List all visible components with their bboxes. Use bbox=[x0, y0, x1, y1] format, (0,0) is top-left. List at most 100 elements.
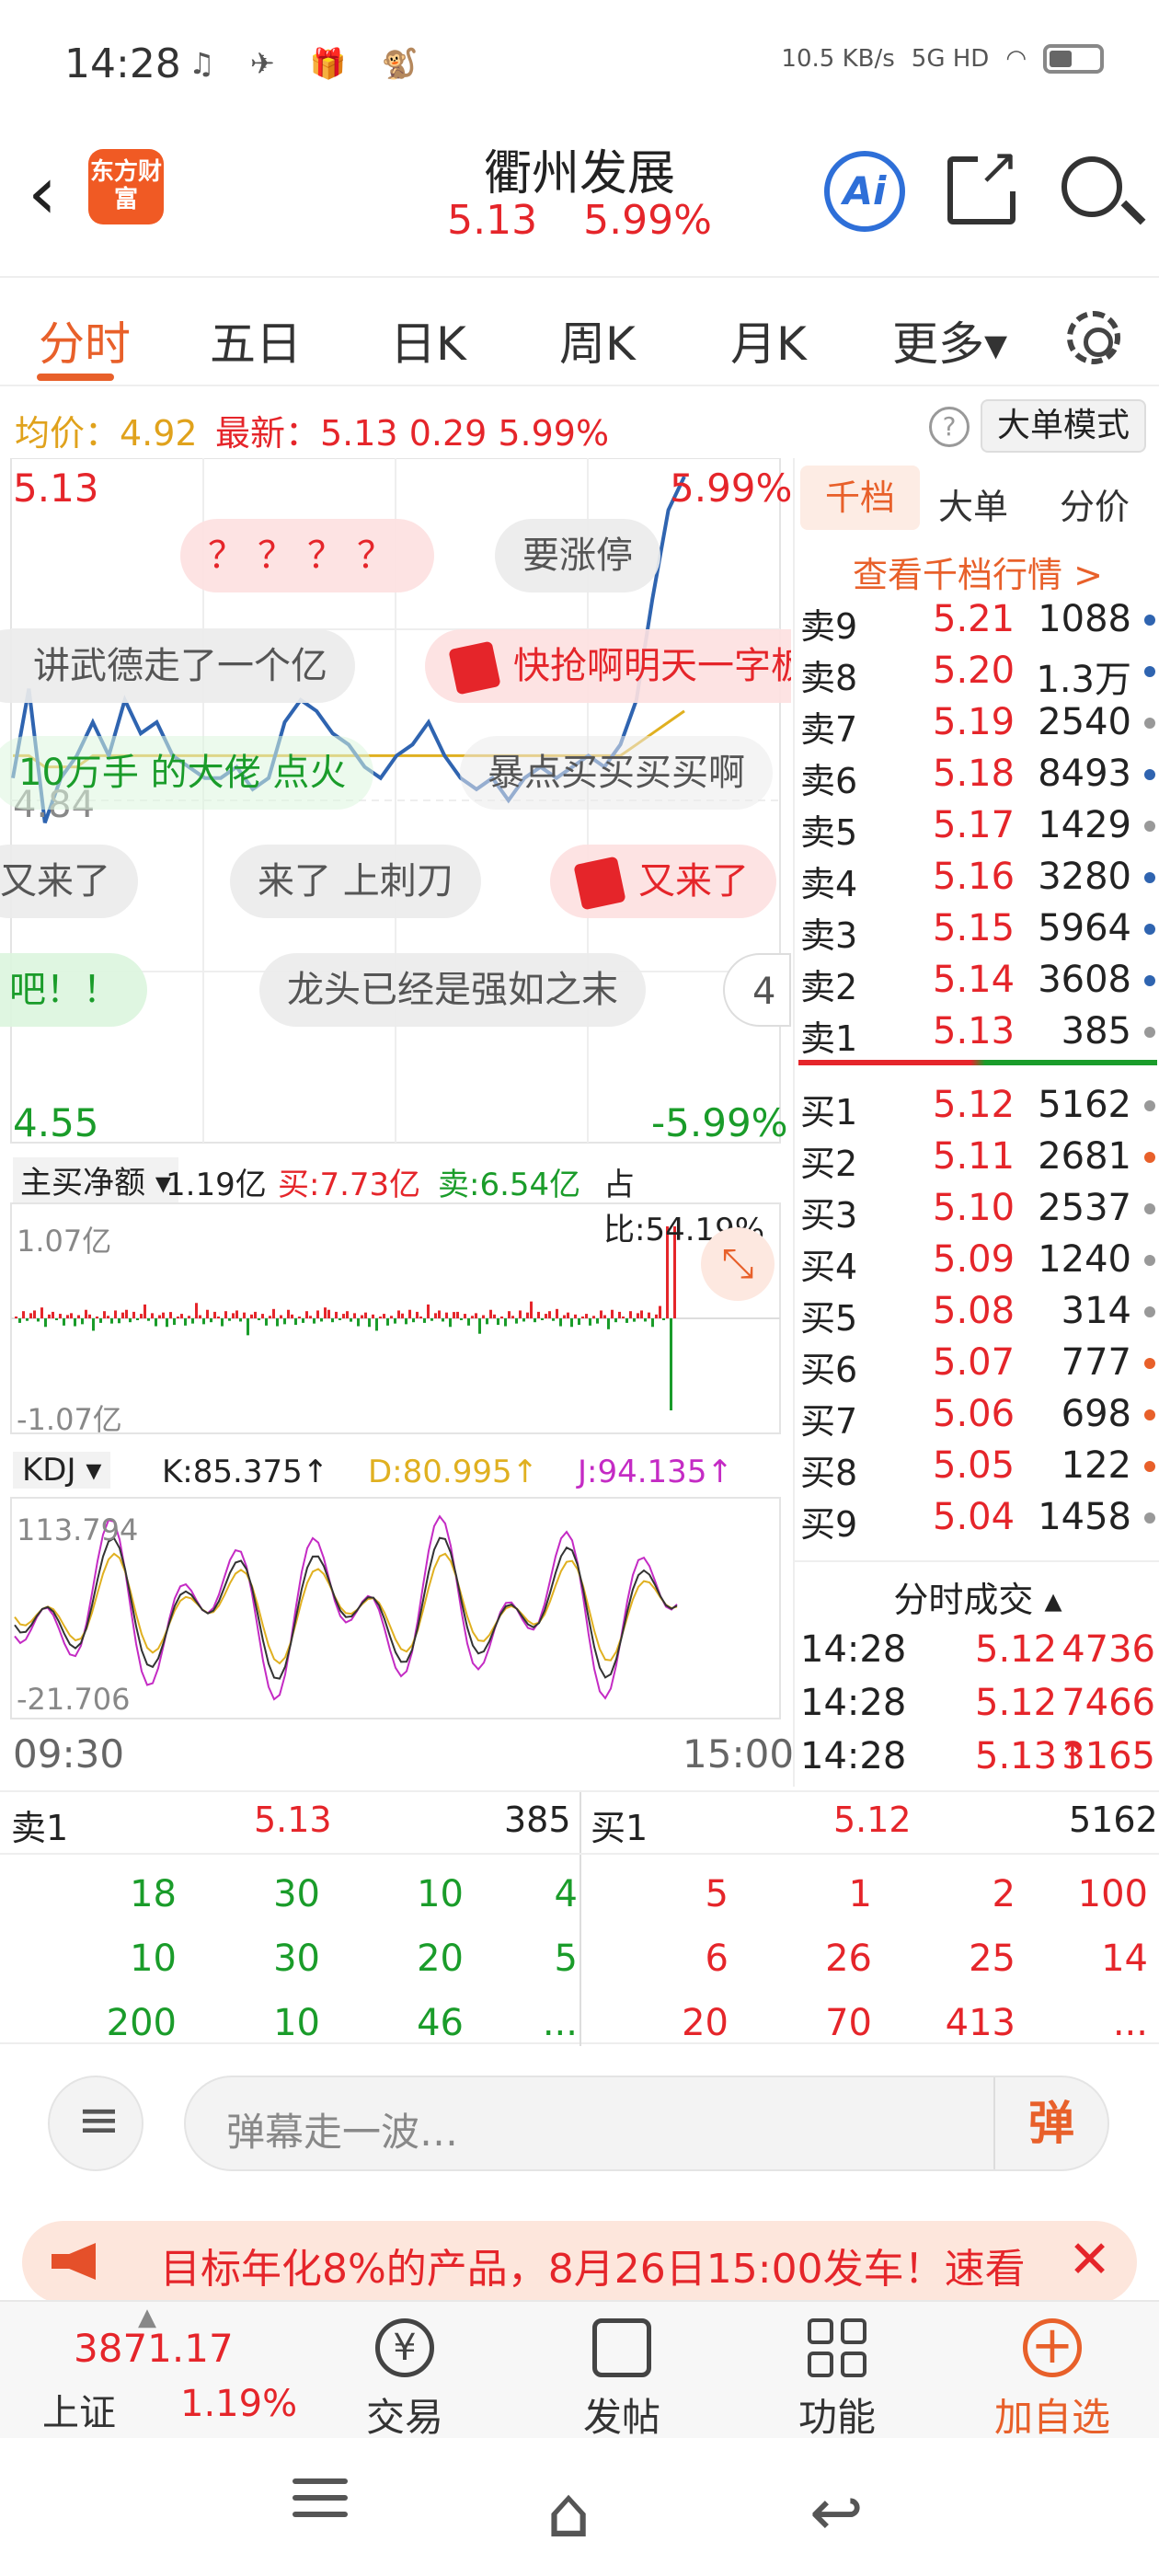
home-icon[interactable]: ⌂ bbox=[546, 2471, 591, 2553]
net-flow-bar bbox=[224, 1311, 227, 1318]
ask-row[interactable]: 卖6 5.18 8493 bbox=[795, 749, 1159, 801]
ai-button[interactable]: Ai bbox=[824, 151, 905, 232]
level-price: 5.06 bbox=[933, 1393, 1016, 1435]
net-flow-bar bbox=[213, 1311, 216, 1318]
tab-big-orders[interactable]: 大单 bbox=[938, 478, 1008, 529]
danmu-bubble-with-firecracker[interactable]: 又来了 bbox=[550, 845, 776, 918]
net-flow-bar bbox=[618, 1311, 621, 1318]
ask-row[interactable]: 卖2 5.14 3608 bbox=[795, 955, 1159, 1007]
gear-icon[interactable] bbox=[1067, 311, 1120, 364]
net-flow-bar bbox=[511, 1316, 514, 1318]
bid-row[interactable]: 买1 5.12 5162 bbox=[795, 1080, 1159, 1133]
queue-sell-price: 5.13 bbox=[254, 1800, 332, 1840]
close-icon[interactable]: ✕ bbox=[1068, 2230, 1111, 2290]
danmu-bubble[interactable]: 龙头已经是强如之末 bbox=[259, 953, 646, 1027]
nav-trade[interactable]: ¥ 交易 bbox=[313, 2302, 497, 2443]
kdj-label: KDJ bbox=[22, 1452, 76, 1489]
bid-row[interactable]: 买5 5.08 314 bbox=[795, 1286, 1159, 1339]
danmu-input[interactable]: 弹幕走一波… 弹 bbox=[184, 2076, 1109, 2171]
net-flow-bar bbox=[283, 1318, 286, 1325]
help-icon[interactable]: ? bbox=[929, 407, 970, 447]
danmu-settings-icon[interactable] bbox=[48, 2076, 143, 2171]
net-flow-bar bbox=[158, 1315, 161, 1318]
danmu-bubble[interactable]: ？？？？ bbox=[180, 519, 434, 592]
net-flow-bar bbox=[482, 1315, 485, 1318]
promo-banner[interactable]: 目标年化8%的产品，8月26日15:00发车！速看 ✕ bbox=[22, 2221, 1137, 2304]
danmu-bubble[interactable]: 10万手 的大佬 点火 bbox=[0, 736, 374, 810]
ask-row[interactable]: 卖4 5.16 3280 bbox=[795, 852, 1159, 904]
tab-five-day[interactable]: 五日 bbox=[210, 307, 302, 374]
level-label: 买8 bbox=[800, 1453, 858, 1493]
pct-top-label: 5.99% bbox=[670, 466, 793, 511]
bid-row[interactable]: 买7 5.06 698 bbox=[795, 1389, 1159, 1442]
danmu-bubble[interactable]: 要涨停 bbox=[495, 519, 660, 592]
level-volume: 1458 bbox=[1038, 1496, 1131, 1538]
net-flow-selector[interactable]: 主买净额 ▾ bbox=[13, 1157, 178, 1202]
tab-thousand-levels[interactable]: 千档 bbox=[800, 466, 920, 530]
net-flow-bar bbox=[412, 1318, 415, 1323]
notification-icons: ♫ ✈ 🎁 🐒 bbox=[189, 46, 431, 81]
tab-price-distribution[interactable]: 分价 bbox=[1060, 478, 1130, 529]
net-flow-bar bbox=[648, 1312, 650, 1318]
danmu-bubble[interactable]: 来了 上刺刀 bbox=[230, 845, 481, 918]
ask-row[interactable]: 卖1 5.13 385 bbox=[795, 1006, 1159, 1059]
net-flow-label: 主买净额 bbox=[20, 1165, 145, 1202]
net-flow-bar bbox=[596, 1318, 599, 1324]
tab-more[interactable]: 更多▾ bbox=[892, 307, 1007, 374]
level-volume: 122 bbox=[1061, 1444, 1131, 1487]
view-thousand-levels-link[interactable]: 查看千档行情 > bbox=[795, 546, 1159, 597]
search-icon[interactable] bbox=[1061, 156, 1122, 217]
tab-weekly-k[interactable]: 周K bbox=[559, 307, 636, 374]
index-name[interactable]: 上证 bbox=[42, 2383, 116, 2436]
net-flow-bar bbox=[88, 1314, 91, 1318]
bid-row[interactable]: 买6 5.07 777 bbox=[795, 1338, 1159, 1390]
tab-daily-k[interactable]: 日K bbox=[390, 307, 466, 374]
kdj-ymax: 113.794 bbox=[17, 1512, 139, 1547]
expand-icon[interactable]: ⤡ bbox=[701, 1227, 775, 1301]
ask-row[interactable]: 卖5 5.17 1429 bbox=[795, 800, 1159, 853]
menu-icon[interactable] bbox=[293, 2478, 348, 2528]
danmu-bubble-with-firecracker[interactable]: 快抢啊明天一字板 bbox=[425, 629, 791, 703]
intraday-chart[interactable]: 5.13 5.99% 4.84 4.55 -5.99% ？？？？ 要涨停 讲武德… bbox=[0, 458, 794, 1787]
danmu-bubble[interactable]: 又来了 bbox=[0, 845, 138, 918]
danmu-bubble[interactable]: 4 bbox=[723, 953, 791, 1027]
bid-row[interactable]: 买2 5.11 2681 bbox=[795, 1132, 1159, 1184]
ask-row[interactable]: 卖7 5.19 2540 bbox=[795, 697, 1159, 750]
ask-row[interactable]: 卖8 5.20 1.3万 bbox=[795, 646, 1159, 701]
trades-title[interactable]: 分时成交 ▴ bbox=[795, 1571, 1159, 1622]
share-icon[interactable] bbox=[947, 142, 1019, 224]
dot-icon bbox=[1144, 821, 1155, 832]
danmu-bubble[interactable]: 吧！！ bbox=[0, 953, 147, 1027]
net-flow-bar bbox=[15, 1317, 17, 1318]
nav-add-watchlist[interactable]: + 加自选 bbox=[960, 2302, 1144, 2443]
net-speed: 10.5 KB/s bbox=[781, 45, 895, 73]
bid-row[interactable]: 买8 5.05 122 bbox=[795, 1441, 1159, 1493]
danmu-bubble[interactable]: 暴点买买买买啊 bbox=[460, 736, 773, 810]
danmu-bubble[interactable]: 讲武德走了一个亿 bbox=[0, 629, 355, 703]
index-value[interactable]: 3871.17 bbox=[74, 2326, 234, 2371]
promo-text[interactable]: 目标年化8%的产品，8月26日15:00发车！速看 bbox=[160, 2236, 1061, 2294]
danmu-toggle-button[interactable]: 弹 bbox=[993, 2077, 1107, 2169]
level-price: 5.14 bbox=[933, 959, 1016, 1001]
nav-functions[interactable]: 功能 bbox=[745, 2302, 929, 2443]
big-order-mode-button[interactable]: 大单模式 bbox=[981, 399, 1146, 453]
ask-row[interactable]: 卖9 5.21 1088 bbox=[795, 594, 1159, 647]
nav-post[interactable]: 发帖 bbox=[530, 2302, 714, 2443]
kdj-selector[interactable]: KDJ ▾ bbox=[13, 1452, 111, 1489]
net-flow-bar bbox=[537, 1311, 540, 1318]
net-flow-bar bbox=[272, 1308, 275, 1318]
edit-icon bbox=[592, 2318, 651, 2377]
queue-buy-cell: ... bbox=[1112, 2002, 1148, 2044]
bid-row[interactable]: 买4 5.09 1240 bbox=[795, 1235, 1159, 1287]
tab-intraday[interactable]: 分时 bbox=[39, 307, 131, 374]
tab-monthly-k[interactable]: 月K bbox=[730, 307, 807, 374]
level-label: 卖3 bbox=[800, 915, 858, 956]
ask-row[interactable]: 卖3 5.15 5964 bbox=[795, 903, 1159, 956]
back-icon[interactable]: ↩ bbox=[809, 2475, 864, 2550]
queue-buy-vol: 5162 bbox=[1069, 1800, 1158, 1840]
net-flow-bar bbox=[460, 1318, 463, 1320]
bid-row[interactable]: 买9 5.04 1458 bbox=[795, 1492, 1159, 1545]
bid-row[interactable]: 买3 5.10 2537 bbox=[795, 1183, 1159, 1236]
level-volume: 1240 bbox=[1038, 1238, 1131, 1281]
index-change-pct[interactable]: 1.19% bbox=[180, 2383, 297, 2425]
